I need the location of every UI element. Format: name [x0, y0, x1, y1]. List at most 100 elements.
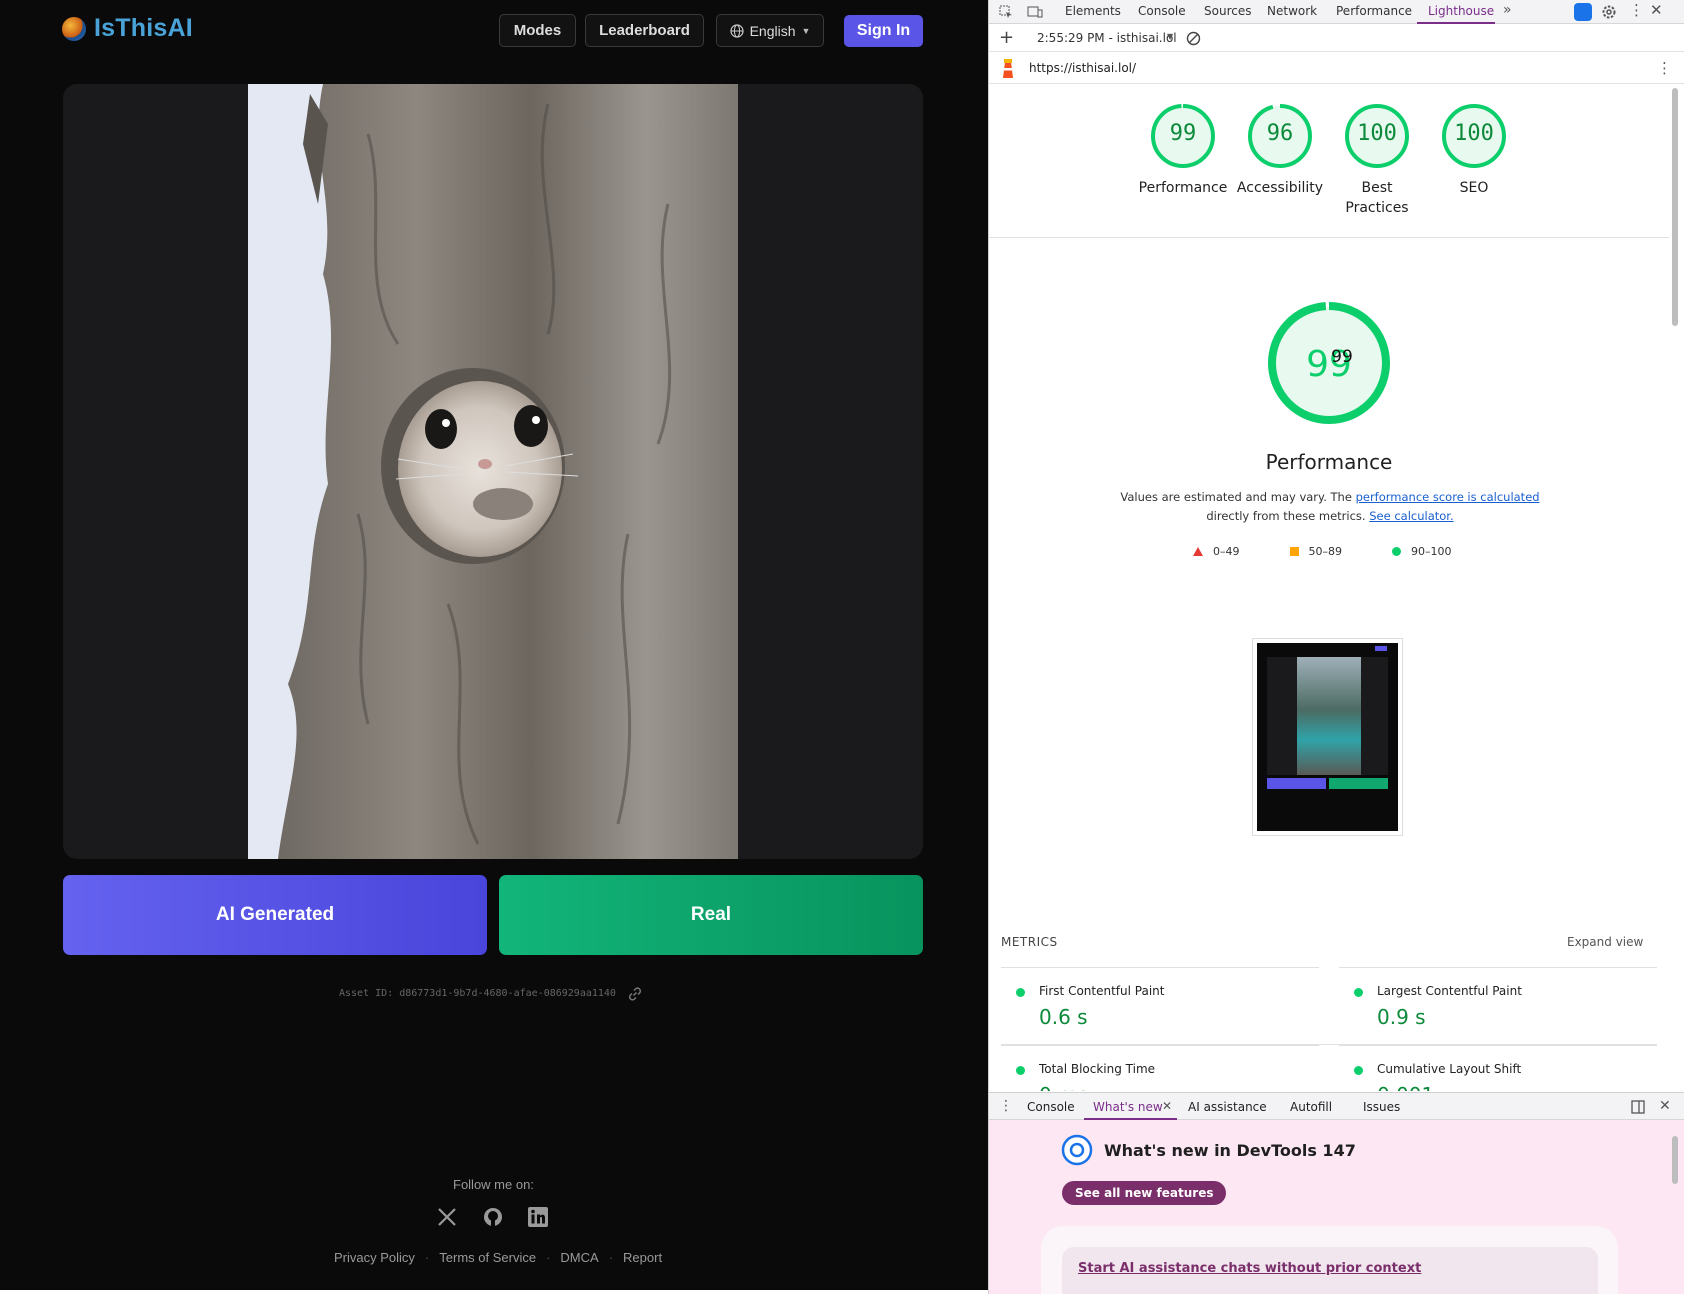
brand-logo[interactable]: IsThisAI — [62, 14, 193, 43]
drawer-tab-whats-new[interactable]: What's new — [1093, 1100, 1163, 1114]
challenge-image — [248, 84, 738, 859]
drawer-tab-ai-assistance[interactable]: AI assistance — [1188, 1100, 1267, 1114]
thumb-ai-button — [1267, 778, 1326, 789]
device-toolbar-icon[interactable] — [1027, 5, 1043, 19]
leaderboard-button[interactable]: Leaderboard — [585, 14, 704, 47]
kebab-menu-icon[interactable]: ⋮ — [1629, 1, 1644, 19]
metric-value: 0.001 — [1377, 1083, 1434, 1091]
globe-icon — [729, 23, 744, 38]
metric-first-contentful-paint: First Contentful Paint 0.6 s — [1001, 967, 1319, 1045]
dmca-link[interactable]: DMCA — [560, 1250, 598, 1265]
performance-score-overlay: 99 — [1331, 347, 1353, 367]
sign-in-button[interactable]: Sign In — [844, 15, 923, 47]
report-link[interactable]: Report — [623, 1250, 662, 1265]
performance-note: Values are estimated and may vary. The p… — [1120, 488, 1540, 526]
tab-elements[interactable]: Elements — [1065, 4, 1121, 18]
pass-dot-icon — [1016, 1066, 1025, 1075]
dock-side-icon[interactable] — [1631, 1100, 1645, 1114]
brand-name: IsThisAI — [94, 14, 193, 42]
language-select[interactable]: English ▼ — [716, 14, 824, 47]
feature-link[interactable]: Start AI assistance chats without prior … — [1078, 1261, 1421, 1276]
drawer-scrollbar[interactable] — [1672, 1136, 1678, 1184]
language-label: English — [749, 22, 796, 39]
flying-squirrel-photo — [248, 84, 738, 859]
metric-divider — [1339, 967, 1657, 968]
image-card — [63, 84, 923, 859]
report-scrollbar[interactable] — [1672, 88, 1678, 326]
whats-new-title: What's new in DevTools 147 — [1104, 1141, 1356, 1160]
thumbnail-image — [1257, 643, 1398, 831]
score-value: 96 — [1266, 121, 1294, 146]
see-all-features-button[interactable]: See all new features — [1062, 1181, 1227, 1205]
expand-view-button[interactable]: Expand view — [1567, 935, 1643, 949]
see-calculator-link[interactable]: See calculator. — [1369, 509, 1453, 523]
x-twitter-icon[interactable] — [436, 1206, 458, 1228]
metrics-row-divider — [1001, 1044, 1657, 1045]
inspect-element-icon[interactable] — [999, 5, 1013, 19]
report-menu-icon[interactable]: ⋮ — [1657, 59, 1672, 77]
devtools-tabbar: Elements Console Sources Network Perform… — [989, 0, 1684, 24]
close-devtools-icon[interactable]: ✕ — [1650, 1, 1663, 19]
chrome-devtools-logo-icon — [1061, 1134, 1093, 1166]
new-report-plus-icon[interactable]: + — [999, 27, 1014, 48]
privacy-policy-link[interactable]: Privacy Policy — [334, 1250, 415, 1265]
follow-label: Follow me on: — [453, 1177, 534, 1192]
modes-button[interactable]: Modes — [499, 14, 576, 47]
more-tabs-icon[interactable]: » — [1503, 2, 1512, 18]
report-url-bar: https://isthisai.lol/ ⋮ — [989, 53, 1684, 84]
thumb-photo — [1297, 657, 1361, 775]
tab-lighthouse[interactable]: Lighthouse — [1428, 4, 1494, 18]
link-icon[interactable] — [627, 986, 643, 1002]
tab-console[interactable]: Console — [1138, 4, 1186, 18]
pass-dot-icon — [1354, 1066, 1363, 1075]
metric-name: Largest Contentful Paint — [1377, 984, 1522, 998]
metric-cumulative-layout-shift: Cumulative Layout Shift 0.001 — [1339, 1045, 1657, 1091]
settings-gear-icon[interactable] — [1601, 4, 1617, 20]
tab-performance[interactable]: Performance — [1336, 4, 1412, 18]
real-button[interactable]: Real — [499, 875, 923, 955]
close-tab-icon[interactable]: ✕ — [1162, 1099, 1172, 1113]
score-value: 99 — [1169, 121, 1197, 146]
score-legend: 0–49 50–89 90–100 — [1193, 545, 1452, 558]
logo-icon — [62, 16, 86, 41]
terms-of-service-link[interactable]: Terms of Service — [439, 1250, 536, 1265]
final-screenshot-thumbnail[interactable] — [1252, 638, 1403, 836]
score-label: Performance — [1138, 180, 1228, 196]
ai-badge-icon[interactable] — [1574, 3, 1592, 21]
drawer-tab-issues[interactable]: Issues — [1363, 1100, 1400, 1114]
github-icon[interactable] — [482, 1206, 504, 1228]
lighthouse-toolbar: + 2:55:29 PM - isthisai.lol ▼ — [989, 25, 1684, 52]
metric-name: Cumulative Layout Shift — [1377, 1062, 1522, 1076]
legend-pass: 90–100 — [1411, 545, 1452, 558]
report-caret-icon[interactable]: ▼ — [1167, 32, 1173, 41]
tab-network[interactable]: Network — [1267, 4, 1317, 18]
score-label: Accessibility — [1236, 180, 1324, 196]
asset-id: Asset ID: d86773d1-9b7d-4680-afae-086929… — [339, 988, 616, 999]
footer-links: Privacy Policy · Terms of Service · DMCA · … — [334, 1250, 662, 1265]
drawer-tab-autofill[interactable]: Autofill — [1290, 1100, 1332, 1114]
active-tab-indicator — [1417, 22, 1495, 24]
linkedin-icon[interactable] — [527, 1206, 549, 1228]
drawer-tab-console[interactable]: Console — [1027, 1100, 1075, 1114]
footer-separator: · — [424, 1250, 430, 1265]
score-label: Best Practices — [1345, 180, 1409, 216]
pass-dot-icon — [1354, 988, 1363, 997]
drawer-menu-icon[interactable]: ⋮ — [999, 1098, 1013, 1114]
footer-separator: · — [546, 1250, 551, 1265]
ai-generated-button[interactable]: AI Generated — [63, 875, 487, 955]
metric-total-blocking-time: Total Blocking Time 0 ms — [1001, 1045, 1319, 1091]
score-value: 100 — [1357, 121, 1397, 146]
score-calculated-link[interactable]: performance score is calculated — [1356, 490, 1540, 504]
metric-value: 0.9 s — [1377, 1005, 1426, 1029]
whats-new-panel: What's new in DevTools 147 See all new f… — [989, 1120, 1684, 1294]
close-drawer-icon[interactable]: ✕ — [1659, 1098, 1671, 1114]
thumb-real-button — [1329, 778, 1388, 789]
score-separator — [989, 237, 1669, 238]
metric-value: 0.6 s — [1039, 1005, 1088, 1029]
tab-sources[interactable]: Sources — [1204, 4, 1251, 18]
report-url: https://isthisai.lol/ — [1029, 61, 1137, 75]
footer-separator: · — [608, 1250, 614, 1265]
legend-fail: 0–49 — [1213, 545, 1240, 558]
clear-block-icon[interactable] — [1186, 31, 1201, 46]
report-select[interactable]: 2:55:29 PM - isthisai.lol — [1037, 31, 1177, 45]
